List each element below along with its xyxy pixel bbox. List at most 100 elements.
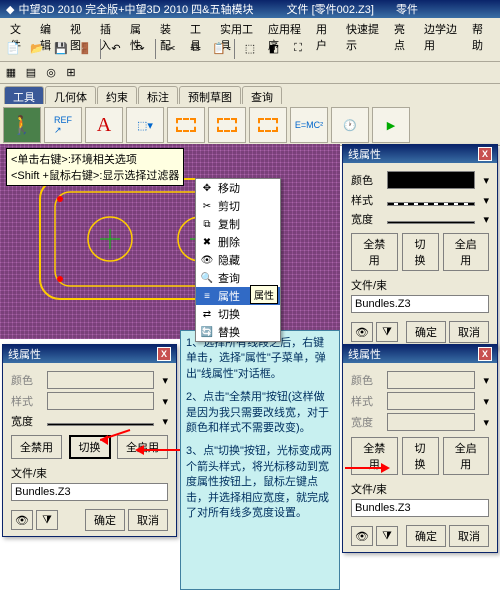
menu-help[interactable]: 帮助 bbox=[466, 19, 496, 35]
wire-icon[interactable]: ⬚ bbox=[239, 38, 261, 60]
chevron-down-icon[interactable]: ▾ bbox=[483, 174, 489, 187]
filter-icon[interactable]: ⧩ bbox=[376, 526, 398, 546]
eye-icon[interactable]: 👁 bbox=[11, 510, 33, 530]
copy-icon[interactable]: ⧉ bbox=[184, 38, 206, 60]
tab-tools[interactable]: 工具 bbox=[4, 86, 44, 104]
cut-icon[interactable]: ✂ bbox=[160, 38, 182, 60]
cancel-button[interactable]: 取消 bbox=[449, 321, 489, 343]
menu-edit[interactable]: 编辑 bbox=[34, 19, 64, 35]
ctx-tooltip: 属性 bbox=[250, 285, 278, 304]
chevron-down-icon[interactable]: ▾ bbox=[162, 374, 168, 387]
enable-all-button[interactable]: 全启用 bbox=[443, 233, 490, 271]
rect3-icon[interactable] bbox=[249, 107, 287, 143]
ctx-copy[interactable]: ⧉复制 bbox=[196, 215, 280, 233]
menu-file[interactable]: 文件 bbox=[4, 19, 34, 35]
menu-hl[interactable]: 亮点 bbox=[388, 19, 418, 35]
flag-icon[interactable]: ▶ bbox=[372, 107, 410, 143]
cancel-button[interactable]: 取消 bbox=[449, 525, 489, 547]
color-slot[interactable] bbox=[387, 171, 475, 189]
shade-icon[interactable]: ◧ bbox=[263, 38, 285, 60]
style-slot[interactable] bbox=[387, 202, 475, 206]
ctx-hide[interactable]: 👁隐藏 bbox=[196, 251, 280, 269]
shape-icon[interactable]: ⬚▾ bbox=[126, 107, 164, 143]
tab-dim[interactable]: 标注 bbox=[138, 86, 178, 104]
close-icon[interactable]: X bbox=[478, 147, 492, 161]
menu-app[interactable]: 应用程序 bbox=[262, 19, 310, 35]
filter-icon[interactable]: ⧩ bbox=[376, 322, 398, 342]
close-icon[interactable]: X bbox=[157, 347, 171, 361]
ok-button[interactable]: 确定 bbox=[406, 321, 446, 343]
width-slot[interactable] bbox=[387, 221, 475, 224]
chevron-down-icon[interactable]: ▾ bbox=[162, 415, 168, 428]
exit-sketch-icon[interactable]: 🚶 bbox=[3, 107, 41, 143]
icon-a[interactable]: ▦ bbox=[2, 64, 20, 82]
paste-icon[interactable]: 📋 bbox=[208, 38, 230, 60]
ctx-replace[interactable]: 🔄替换 bbox=[196, 323, 280, 341]
tab-preset[interactable]: 预制草图 bbox=[179, 86, 241, 104]
menu-tip[interactable]: 快速提示 bbox=[340, 19, 388, 35]
ctx-move[interactable]: ✥移动 bbox=[196, 179, 280, 197]
formula-icon[interactable]: E=MC² bbox=[290, 107, 328, 143]
titlebar: ◆ 中望3D 2010 完全版+中望3D 2010 四&五轴模块 文件 [零件0… bbox=[0, 0, 500, 18]
disable-all-button[interactable]: 全禁用 bbox=[351, 233, 398, 271]
disable-all-button[interactable]: 全禁用 bbox=[11, 435, 62, 459]
menu-insert[interactable]: 插入 bbox=[94, 19, 124, 35]
fit-icon[interactable]: ⛶ bbox=[287, 38, 309, 60]
open-icon[interactable]: 📂 bbox=[26, 38, 48, 60]
redo-icon[interactable]: ↷ bbox=[129, 38, 151, 60]
icon-d[interactable]: ⊞ bbox=[62, 64, 80, 82]
new-icon[interactable]: 📄 bbox=[2, 38, 24, 60]
menu-tool[interactable]: 工具 bbox=[184, 19, 214, 35]
big-toolbar: 🚶 REF↗ A ⬚▾ E=MC² 🕐 ▶ bbox=[0, 104, 500, 146]
tab-query[interactable]: 查询 bbox=[242, 86, 282, 104]
chevron-down-icon[interactable]: ▾ bbox=[483, 194, 489, 207]
ok-button[interactable]: 确定 bbox=[85, 509, 125, 531]
color-slot[interactable] bbox=[387, 371, 475, 389]
menu-attr[interactable]: 属性 bbox=[124, 19, 154, 35]
icon-b[interactable]: ▤ bbox=[22, 64, 40, 82]
style-slot[interactable] bbox=[47, 392, 154, 410]
hint-tooltip: <单击右键>:环境相关选项 <Shift +鼠标右键>:显示选择过滤器 bbox=[6, 148, 184, 186]
eye-icon[interactable]: 👁 bbox=[351, 526, 373, 546]
icon-c[interactable]: ◎ bbox=[42, 64, 60, 82]
ref-icon[interactable]: REF↗ bbox=[44, 107, 82, 143]
undo-icon[interactable]: ↶ bbox=[105, 38, 127, 60]
enable-all-button[interactable]: 全启用 bbox=[443, 437, 490, 475]
file-input[interactable] bbox=[351, 499, 489, 517]
ctx-delete[interactable]: ✖删除 bbox=[196, 233, 280, 251]
menu-view[interactable]: 视图 bbox=[64, 19, 94, 35]
width-slot[interactable] bbox=[387, 413, 475, 431]
save-icon[interactable]: 💾 bbox=[50, 38, 72, 60]
menu-util[interactable]: 实用工具 bbox=[214, 19, 262, 35]
close-icon[interactable]: X bbox=[478, 347, 492, 361]
attr-icon: ≡ bbox=[200, 289, 214, 303]
menu-user[interactable]: 用户 bbox=[310, 19, 340, 35]
chevron-down-icon[interactable]: ▾ bbox=[483, 395, 489, 408]
style-slot[interactable] bbox=[387, 392, 475, 410]
rect1-icon[interactable] bbox=[167, 107, 205, 143]
menu-asm[interactable]: 装配 bbox=[154, 19, 184, 35]
file-input[interactable] bbox=[11, 483, 168, 501]
rect2-icon[interactable] bbox=[208, 107, 246, 143]
toggle-button[interactable]: 切换 bbox=[402, 233, 439, 271]
cancel-button[interactable]: 取消 bbox=[128, 509, 168, 531]
filter-icon[interactable]: ⧩ bbox=[36, 510, 58, 530]
chevron-down-icon[interactable]: ▾ bbox=[162, 395, 168, 408]
exit-icon[interactable]: 🚪 bbox=[74, 38, 96, 60]
toggle-button[interactable]: 切换 bbox=[402, 437, 439, 475]
tab-constraint[interactable]: 约束 bbox=[97, 86, 137, 104]
chevron-down-icon[interactable]: ▾ bbox=[483, 374, 489, 387]
tab-geom[interactable]: 几何体 bbox=[45, 86, 96, 104]
ctx-toggle[interactable]: ⇄切换 bbox=[196, 305, 280, 323]
ok-button[interactable]: 确定 bbox=[406, 525, 446, 547]
chevron-down-icon[interactable]: ▾ bbox=[483, 213, 489, 226]
chevron-down-icon[interactable]: ▾ bbox=[483, 416, 489, 429]
file-input[interactable] bbox=[351, 295, 489, 313]
color-slot[interactable] bbox=[47, 371, 154, 389]
menu-learn[interactable]: 边学边用 bbox=[418, 19, 466, 35]
ctx-cut[interactable]: ✂剪切 bbox=[196, 197, 280, 215]
clock-icon[interactable]: 🕐 bbox=[331, 107, 369, 143]
eye-icon[interactable]: 👁 bbox=[351, 322, 373, 342]
text-icon[interactable]: A bbox=[85, 107, 123, 143]
color-label: 颜色 bbox=[351, 172, 379, 188]
